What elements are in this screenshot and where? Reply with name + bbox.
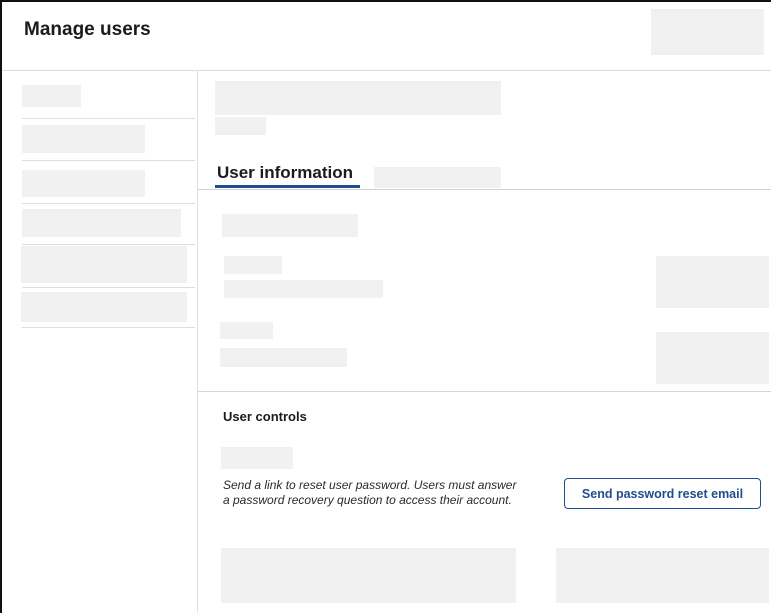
- page-title: Manage users: [24, 19, 151, 40]
- control-placeholder[interactable]: [556, 548, 769, 603]
- sidebar-item-placeholder[interactable]: [22, 125, 145, 153]
- tab-user-information[interactable]: User information: [217, 163, 353, 185]
- sidebar-divider: [22, 118, 195, 119]
- field-value-placeholder: [220, 348, 347, 367]
- tab-placeholder[interactable]: [374, 167, 501, 188]
- control-placeholder[interactable]: [221, 548, 516, 603]
- field-label-placeholder: [220, 322, 273, 339]
- header-action-placeholder[interactable]: [651, 9, 764, 55]
- sidebar-divider: [22, 203, 195, 204]
- section-title-placeholder: [222, 214, 358, 237]
- send-password-reset-button[interactable]: Send password reset email: [564, 478, 761, 509]
- sidebar-divider: [22, 327, 195, 328]
- sidebar-item-placeholder[interactable]: [22, 209, 181, 237]
- field-action-placeholder[interactable]: [656, 256, 769, 308]
- field-value-placeholder: [224, 280, 383, 298]
- page-header: Manage users: [2, 2, 771, 71]
- user-subtitle-placeholder: [215, 117, 266, 135]
- password-reset-description: Send a link to reset user password. User…: [223, 478, 517, 507]
- sidebar-item-placeholder[interactable]: [22, 170, 145, 197]
- section-divider: [198, 391, 771, 392]
- field-label-placeholder: [224, 256, 282, 274]
- user-controls-heading: User controls: [223, 409, 307, 424]
- sidebar-item-placeholder[interactable]: [22, 85, 81, 107]
- sidebar-item-placeholder[interactable]: [21, 292, 187, 322]
- sidebar-divider: [22, 160, 195, 161]
- control-label-placeholder: [221, 447, 293, 469]
- sidebar-item-placeholder[interactable]: [21, 246, 187, 283]
- sidebar-divider: [22, 244, 195, 245]
- user-name-placeholder: [215, 81, 501, 115]
- active-tab-indicator: [215, 185, 360, 188]
- field-action-placeholder[interactable]: [656, 332, 769, 384]
- sidebar-divider: [22, 287, 195, 288]
- tabs-divider: [198, 189, 771, 190]
